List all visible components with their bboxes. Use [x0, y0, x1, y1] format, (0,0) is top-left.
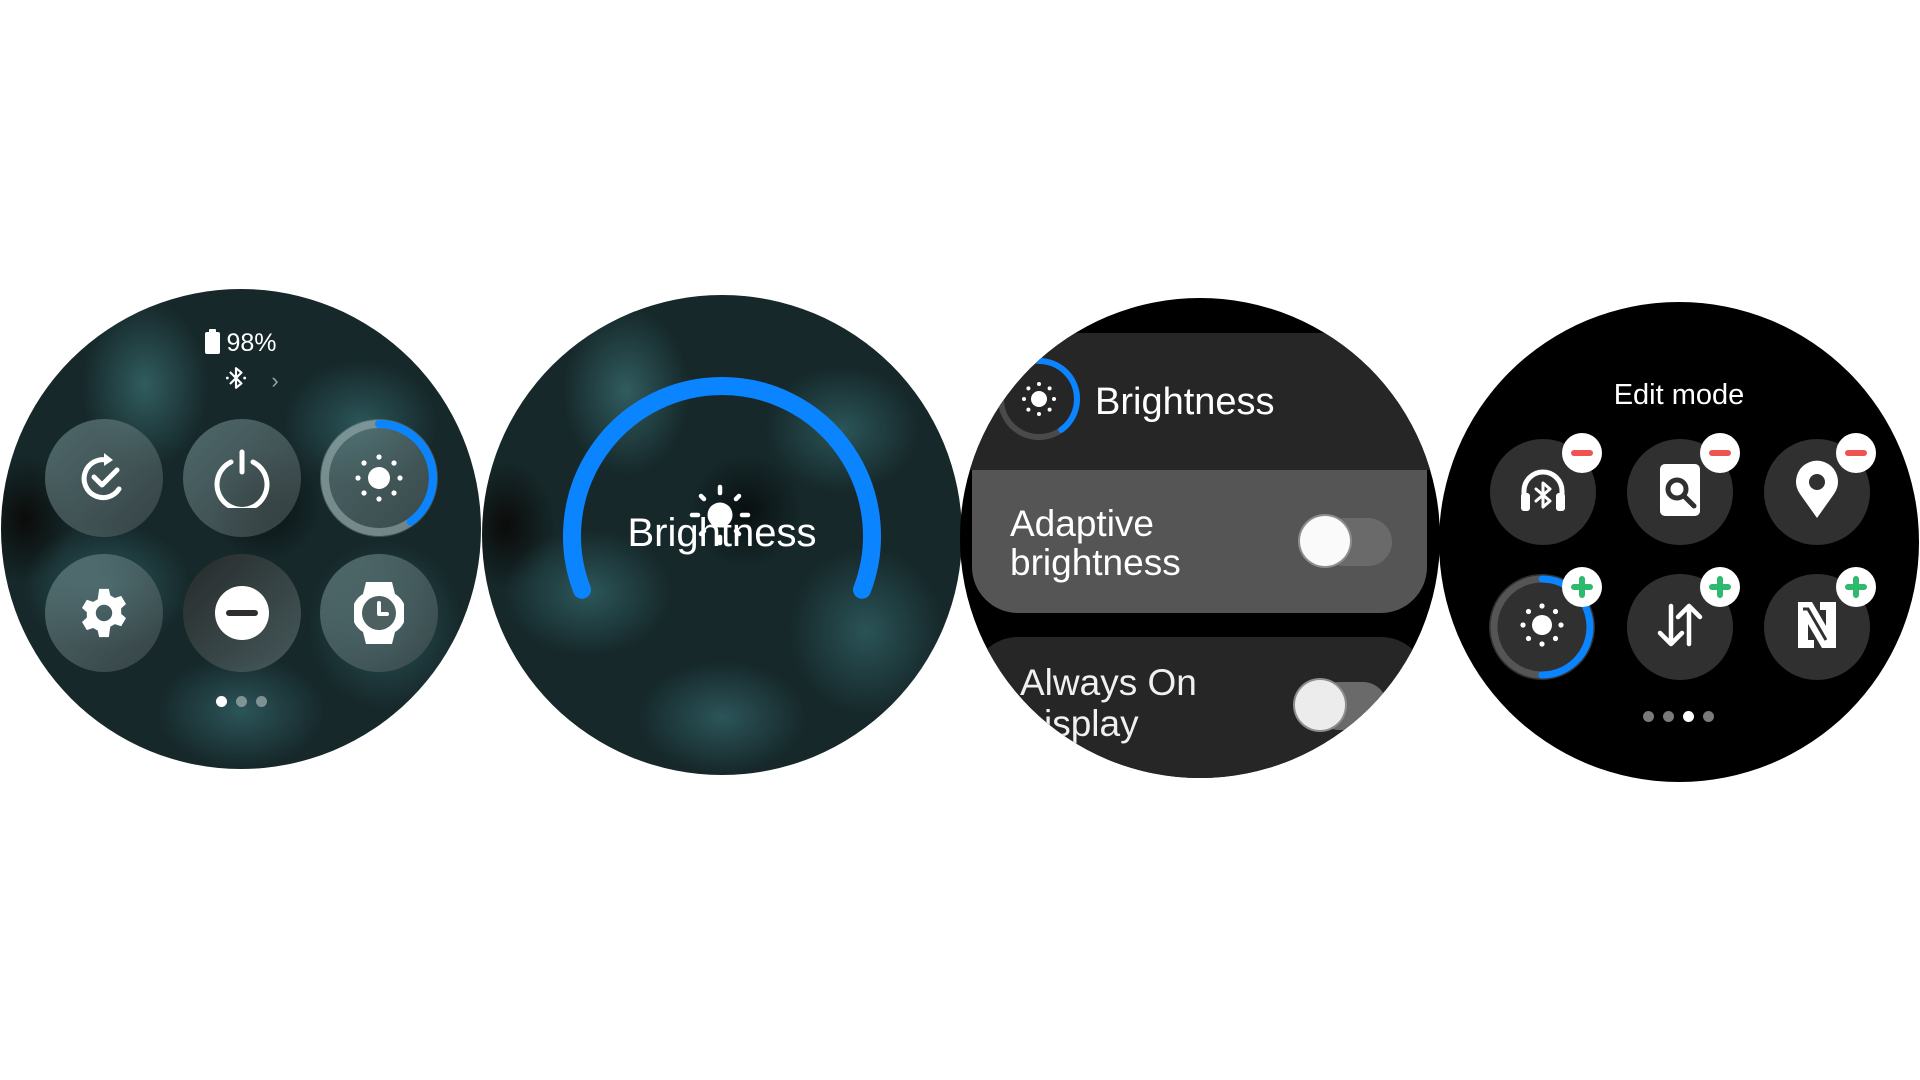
- page-dot[interactable]: [1663, 711, 1674, 722]
- remove-tile-button[interactable]: [1562, 433, 1602, 473]
- location-pin-icon: [1794, 460, 1840, 525]
- sun-icon: [1022, 382, 1056, 416]
- bluetooth-headphones-icon: [1518, 465, 1568, 520]
- remove-tile-button[interactable]: [1836, 433, 1876, 473]
- add-tile-button[interactable]: [1700, 567, 1740, 607]
- nfc-icon: [1794, 600, 1840, 655]
- watch-display-settings: Brightness Adaptive brightness Always On…: [960, 298, 1440, 778]
- gear-icon: [75, 584, 133, 642]
- toggle-knob: [1300, 516, 1350, 566]
- adaptive-brightness-toggle[interactable]: [1300, 516, 1392, 566]
- always-on-display-label-line2: isplay: [1044, 703, 1139, 744]
- always-on-display-toggle[interactable]: [1295, 680, 1387, 730]
- watch-clock-icon: [354, 580, 404, 646]
- battery-status: 98%: [1, 329, 481, 357]
- edit-mode-title: Edit mode: [1613, 379, 1745, 411]
- page-indicator: [216, 696, 267, 707]
- adaptive-brightness-row[interactable]: Adaptive brightness: [972, 470, 1427, 613]
- add-tile-button[interactable]: [1562, 567, 1602, 607]
- minus-circle-icon: [214, 585, 270, 641]
- page-dot[interactable]: [216, 696, 227, 707]
- tile-sync[interactable]: [45, 419, 163, 537]
- adaptive-brightness-label-line2: brightness: [1010, 542, 1181, 583]
- brightness-level-ring: [321, 420, 437, 536]
- page-dot[interactable]: [1683, 711, 1694, 722]
- brightness-label: Brightness: [627, 511, 817, 555]
- tile-watch-only[interactable]: [320, 554, 438, 672]
- brightness-level-ring: [998, 358, 1080, 440]
- always-on-display-row[interactable]: Always On isplay: [972, 637, 1427, 778]
- toggle-knob: [1295, 680, 1345, 730]
- page-dot[interactable]: [1643, 711, 1654, 722]
- chevron-right-icon[interactable]: ›: [271, 369, 278, 392]
- watch-brightness-dialog: Brightness: [482, 295, 962, 775]
- page-dot[interactable]: [236, 696, 247, 707]
- adaptive-brightness-label-line1: Adaptive: [1010, 503, 1154, 544]
- tile-power[interactable]: [183, 419, 301, 537]
- always-on-display-label-line1: Always On: [1020, 662, 1197, 703]
- tile-brightness[interactable]: [320, 419, 438, 537]
- brightness-header[interactable]: Brightness: [960, 333, 1440, 470]
- tile-do-not-disturb[interactable]: [183, 554, 301, 672]
- add-tile-button[interactable]: [1836, 567, 1876, 607]
- power-icon: [212, 448, 272, 508]
- find-phone-icon: [1657, 463, 1703, 522]
- page-indicator: [1643, 711, 1714, 722]
- data-transfer-icon: [1655, 602, 1705, 653]
- connection-status[interactable]: ›: [1, 365, 481, 396]
- watch-quick-panel: 98% ›: [1, 289, 481, 769]
- watch-edit-mode: Edit mode: [1439, 302, 1919, 782]
- battery-percent: 98%: [226, 329, 277, 357]
- battery-icon: [205, 329, 221, 354]
- page-dot[interactable]: [1703, 711, 1714, 722]
- remove-tile-button[interactable]: [1700, 433, 1740, 473]
- page-dot[interactable]: [256, 696, 267, 707]
- brightness-title: Brightness: [1095, 381, 1275, 423]
- tile-settings[interactable]: [45, 554, 163, 672]
- bluetooth-icon: [223, 365, 249, 396]
- refresh-check-icon: [75, 449, 133, 507]
